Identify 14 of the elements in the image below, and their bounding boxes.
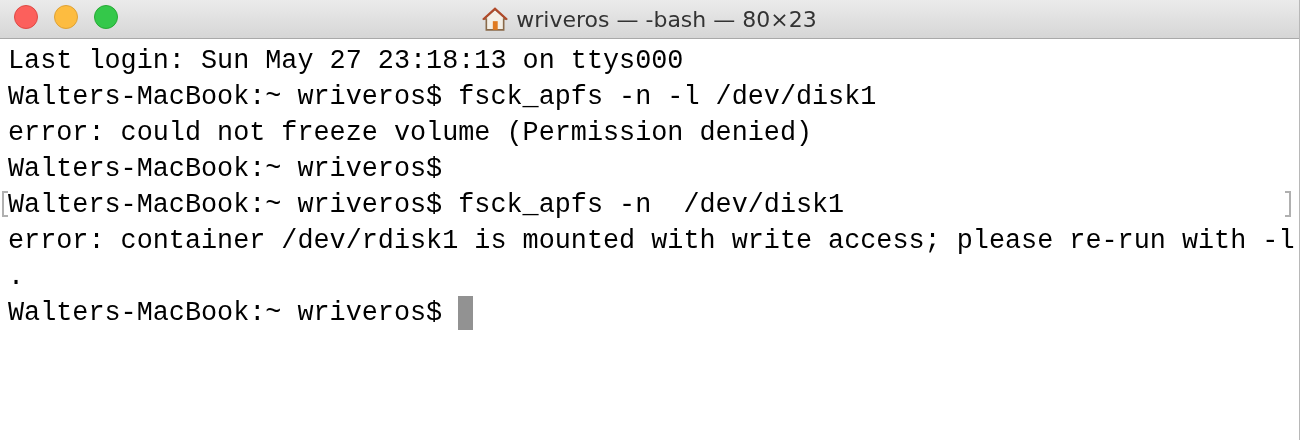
window-title: wriveros — -bash — 80×23 [516,6,817,32]
terminal-line: . [8,261,25,294]
terminal-line: error: could not freeze volume (Permission denied) [8,117,813,150]
terminal-line: Walters-MacBook:~ wriveros$ fsck_apfs -n -l /dev/disk1 [8,81,877,114]
terminal-line: error: container /dev/rdisk1 is mounted with write access; please re-run with -l [8,225,1295,258]
terminal-line: Walters-MacBook:~ wriveros$ [8,297,444,330]
close-button[interactable] [14,5,38,29]
terminal-line: Last login: Sun May 27 23:18:13 on ttys000 [8,45,684,78]
terminal-line: Walters-MacBook:~ wriveros$ [8,153,443,186]
terminal-line: Walters-MacBook:~ wriveros$ fsck_apfs -n /dev/disk1 [8,189,845,222]
mark-bracket-icon [1285,191,1291,217]
minimize-button[interactable] [54,5,78,29]
house-icon [482,6,509,32]
zoom-button[interactable] [94,5,118,29]
